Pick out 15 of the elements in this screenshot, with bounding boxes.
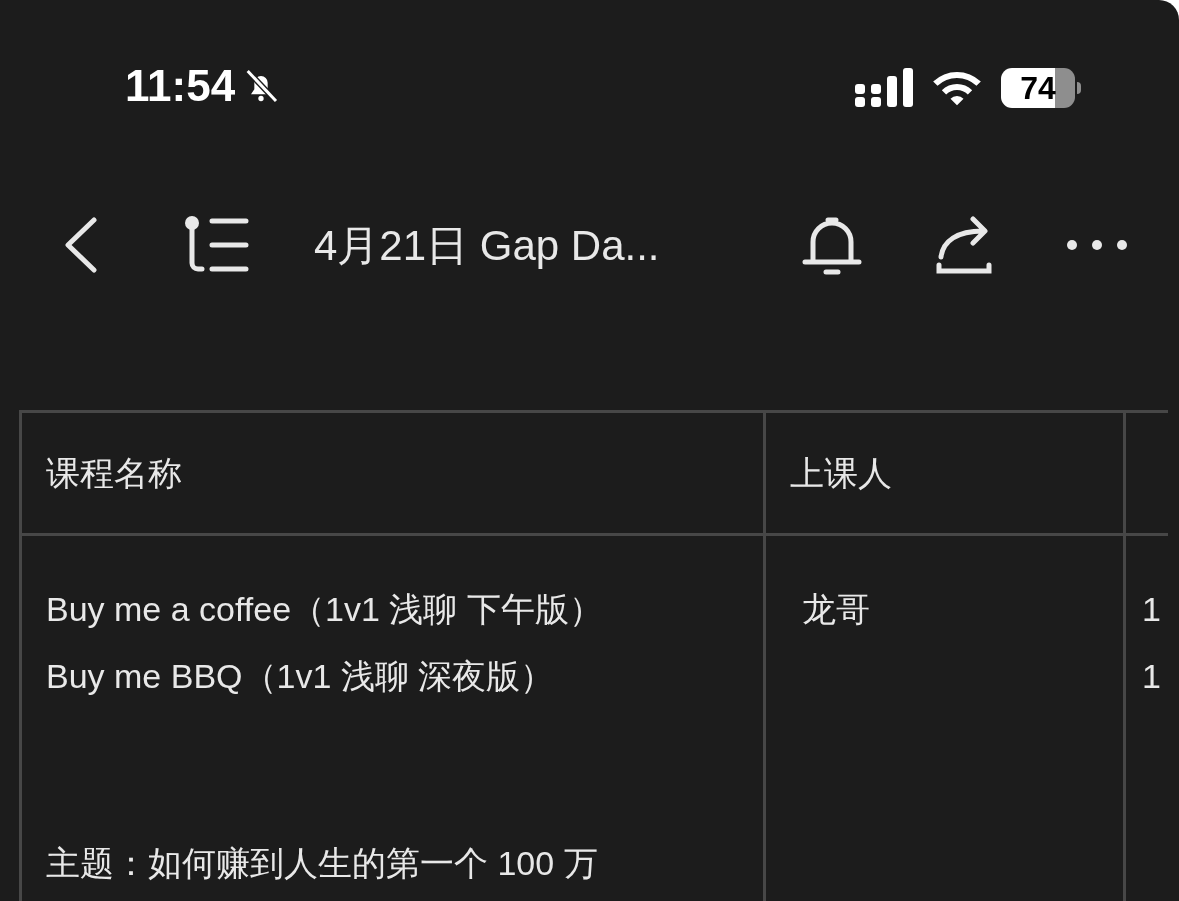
cell-text: 1: [1142, 656, 1162, 697]
column-header: 上课人: [790, 452, 892, 494]
document-title: 4月21日 Gap Da...: [314, 220, 660, 271]
cell-text: Buy me BBQ（1v1 浅聊 深夜版）: [46, 656, 556, 697]
column-header: 课程名称: [46, 452, 182, 494]
more-icon[interactable]: [1065, 238, 1129, 252]
cell-text: 主题：如何赚到人生的第一个 100 万: [46, 843, 599, 884]
cell-text: 龙哥: [802, 589, 871, 630]
outline-icon[interactable]: [182, 215, 250, 275]
battery-level: 74: [1001, 68, 1075, 108]
signal-icon: [855, 68, 913, 108]
cell-text: 1: [1142, 589, 1162, 630]
share-icon[interactable]: [935, 215, 995, 275]
cell-text: Buy me a coffee（1v1 浅聊 下午版）: [46, 589, 604, 630]
time: 11:54: [125, 64, 236, 108]
